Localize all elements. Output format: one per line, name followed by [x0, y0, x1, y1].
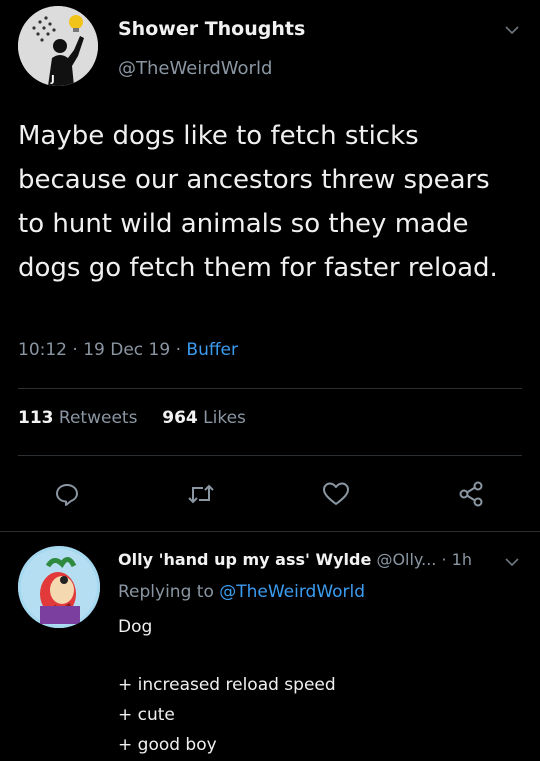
reply-handle[interactable]: @Olly... [376, 550, 436, 569]
reply-text-line: + cute [118, 705, 175, 725]
retweet-button[interactable] [181, 474, 221, 514]
author-avatar[interactable]: J [18, 6, 98, 86]
shower-avatar-icon: J [18, 6, 98, 86]
reply-avatar[interactable] [18, 546, 100, 628]
reply-header: Olly 'hand up my ass' Wylde @Olly... · 1… [118, 550, 472, 569]
retweet-icon [188, 484, 214, 504]
replying-to-label: Replying to [118, 582, 214, 602]
like-button[interactable] [316, 474, 356, 514]
puppet-avatar-icon [18, 546, 100, 628]
share-icon [459, 481, 483, 507]
author-display-name[interactable]: Shower Thoughts [118, 18, 305, 40]
like-label[interactable]: Likes [203, 408, 246, 428]
divider [18, 455, 522, 456]
divider [18, 388, 522, 389]
reply-button[interactable] [47, 474, 87, 514]
replying-to: Replying to @TheWeirdWorld [118, 582, 365, 602]
tweet-stats: 113 Retweets 964 Likes [18, 408, 246, 428]
share-button[interactable] [451, 474, 491, 514]
tweet-time: 10:12 [18, 340, 67, 360]
reply-icon [56, 484, 78, 506]
tweet-text: Maybe dogs like to fetch sticks because … [18, 121, 498, 283]
tweet-source-link[interactable]: Buffer [186, 340, 238, 360]
retweet-label[interactable]: Retweets [59, 408, 138, 428]
reply-display-name[interactable]: Olly 'hand up my ass' Wylde [118, 550, 371, 569]
chevron-down-icon[interactable] [504, 556, 520, 568]
reply-text-line: Dog [118, 617, 153, 637]
tweet-meta: 10:12 · 19 Dec 19 · Buffer [18, 340, 238, 360]
like-icon [323, 482, 349, 505]
chevron-down-icon[interactable] [504, 24, 520, 36]
author-handle[interactable]: @TheWeirdWorld [118, 58, 272, 79]
meta-separator: · [441, 550, 452, 569]
svg-text:J: J [50, 74, 55, 85]
reply-age[interactable]: 1h [452, 550, 472, 569]
reply-text-line: + good boy [118, 735, 217, 755]
replying-to-handle[interactable]: @TheWeirdWorld [219, 582, 365, 602]
reply-text-line: + increased reload speed [118, 675, 336, 695]
retweet-count[interactable]: 113 [18, 408, 54, 428]
meta-separator: · [72, 340, 84, 360]
meta-separator: · [175, 340, 187, 360]
tweet-date: 19 Dec 19 [83, 340, 171, 360]
like-count[interactable]: 964 [162, 408, 198, 428]
divider [0, 531, 540, 532]
